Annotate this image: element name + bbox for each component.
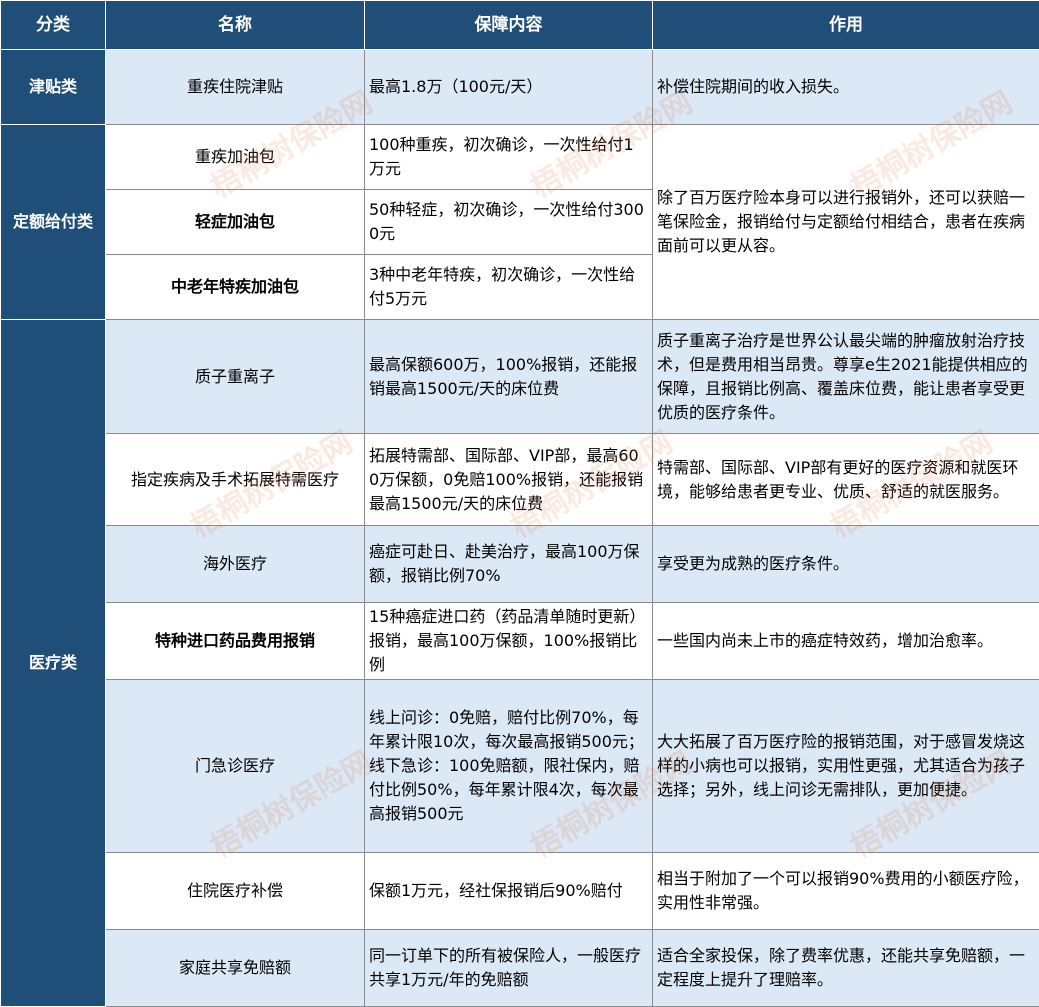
item-name: 家庭共享免赔额	[105, 929, 365, 1007]
item-name: 轻症加油包	[105, 189, 365, 255]
item-content: 线上问诊：0免赔，赔付比例70%，每年累计限10次，每次最高报销500元；线下急…	[364, 679, 653, 853]
item-effect: 相当于附加了一个可以报销90%费用的小额医疗险，实用性非常强。	[652, 852, 1039, 930]
item-name: 质子重离子	[105, 319, 365, 434]
item-content: 癌症可赴日、赴美治疗，最高100万保额，报销比例70%	[364, 525, 653, 603]
item-content: 同一订单下的所有被保险人，一般医疗共享1万元/年的免赔额	[364, 929, 653, 1007]
category-medical: 医疗类	[0, 319, 106, 1007]
item-content: 50种轻症，初次确诊，一次性给付3000元	[364, 189, 653, 255]
item-name: 指定疾病及手术拓展特需医疗	[105, 433, 365, 526]
table-row: 津贴类 重疾住院津贴 最高1.8万（100元/天） 补偿住院期间的收入损失。	[0, 49, 1039, 125]
item-name: 中老年特疾加油包	[105, 254, 365, 320]
header-content: 保障内容	[364, 0, 653, 50]
item-effect: 特需部、国际部、VIP部有更好的医疗资源和就医环境，能够给患者更专业、优质、舒适…	[652, 433, 1039, 526]
item-content: 3种中老年特疾，初次确诊，一次性给付5万元	[364, 254, 653, 320]
item-effect: 一些国内尚未上市的癌症特效药，增加治愈率。	[652, 602, 1039, 680]
item-name: 海外医疗	[105, 525, 365, 603]
item-effect: 质子重离子治疗是世界公认最尖端的肿瘤放射治疗技术，但是费用相当昂贵。尊享e生20…	[652, 319, 1039, 434]
item-effect: 享受更为成熟的医疗条件。	[652, 525, 1039, 603]
item-content: 保额1万元，经社保报销后90%赔付	[364, 852, 653, 930]
item-content: 15种癌症进口药（药品清单随时更新）报销，最高100万保额，100%报销比例	[364, 602, 653, 680]
table-row: 住院医疗补偿 保额1万元，经社保报销后90%赔付 相当于附加了一个可以报销90%…	[1, 852, 1039, 930]
item-name: 特种进口药品费用报销	[105, 602, 365, 680]
table-row: 家庭共享免赔额 同一订单下的所有被保险人，一般医疗共享1万元/年的免赔额 适合全…	[1, 929, 1039, 1007]
header-name: 名称	[105, 0, 365, 50]
table-row: 海外医疗 癌症可赴日、赴美治疗，最高100万保额，报销比例70% 享受更为成熟的…	[1, 525, 1039, 603]
item-content: 100种重疾，初次确诊，一次性给付1万元	[364, 124, 653, 190]
header-effect: 作用	[652, 0, 1039, 50]
table-row: 特种进口药品费用报销 15种癌症进口药（药品清单随时更新）报销，最高100万保额…	[1, 602, 1039, 680]
item-name: 门急诊医疗	[105, 679, 365, 853]
category-allowance: 津贴类	[0, 49, 106, 125]
table-row: 指定疾病及手术拓展特需医疗 拓展特需部、国际部、VIP部，最高600万保额，0免…	[1, 433, 1039, 526]
item-name: 住院医疗补偿	[105, 852, 365, 930]
table-header-row: 分类 名称 保障内容 作用	[0, 0, 1039, 50]
item-effect: 大大拓展了百万医疗险的报销范围，对于感冒发烧这样的小病也可以报销，实用性更强，尤…	[652, 679, 1039, 853]
item-content: 最高1.8万（100元/天）	[364, 49, 653, 125]
item-effect: 除了百万医疗险本身可以进行报销外，还可以获赔一笔保险金，报销给付与定额给付相结合…	[652, 124, 1039, 320]
item-content: 最高保额600万，100%报销，还能报销最高1500元/天的床位费	[364, 319, 653, 434]
table-row: 医疗类 质子重离子 最高保额600万，100%报销，还能报销最高1500元/天的…	[0, 319, 1039, 1007]
item-effect: 补偿住院期间的收入损失。	[652, 49, 1039, 125]
coverage-table: 分类 名称 保障内容 作用 津贴类 重疾住院津贴 最高1.8万（100元/天） …	[0, 0, 1039, 1007]
table-row: 门急诊医疗 线上问诊：0免赔，赔付比例70%，每年累计限10次，每次最高报销50…	[1, 679, 1039, 853]
header-category: 分类	[0, 0, 106, 50]
item-effect: 适合全家投保，除了费率优惠，还能共享免赔额，一定程度上提升了理赔率。	[652, 929, 1039, 1007]
category-fixed: 定额给付类	[0, 124, 106, 320]
item-content: 拓展特需部、国际部、VIP部，最高600万保额，0免赔100%报销，还能报销最高…	[364, 433, 653, 526]
item-name: 重疾加油包	[105, 124, 365, 190]
item-name: 重疾住院津贴	[105, 49, 365, 125]
table-row: 定额给付类 重疾加油包 100种重疾，初次确诊，一次性给付1万元 除了百万医疗险…	[0, 124, 1039, 320]
